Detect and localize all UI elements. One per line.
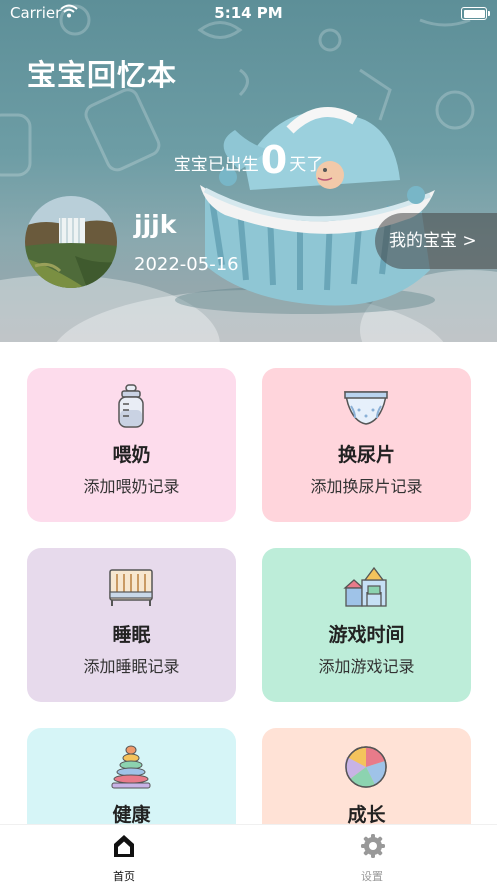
card-title: 睡眠 bbox=[112, 624, 151, 646]
tab-home-label: 首页 bbox=[113, 870, 135, 883]
days-prefix: 宝宝已出生 bbox=[173, 155, 259, 175]
card-feeding[interactable]: 喂奶 添加喂奶记录 bbox=[27, 368, 236, 522]
tab-home[interactable]: 首页 bbox=[64, 825, 184, 884]
card-title: 成长 bbox=[347, 804, 386, 826]
tab-bar: 首页 设置 bbox=[0, 824, 497, 884]
days-since-birth: 宝宝已出生0 天了 bbox=[0, 138, 497, 182]
baby-bottle-icon bbox=[118, 384, 144, 428]
waterfall-photo bbox=[25, 196, 117, 288]
card-sleep[interactable]: 睡眠 添加睡眠记录 bbox=[27, 548, 236, 702]
crib-icon bbox=[109, 569, 153, 606]
card-title: 游戏时间 bbox=[328, 624, 405, 646]
battery-icon bbox=[461, 7, 490, 20]
toy-blocks-icon bbox=[343, 566, 387, 607]
card-subtitle: 添加换尿片记录 bbox=[310, 477, 423, 496]
diaper-icon bbox=[344, 391, 388, 425]
days-count: 0 bbox=[260, 138, 288, 182]
card-subtitle: 添加睡眠记录 bbox=[83, 657, 180, 676]
clock: 5:14 PM bbox=[214, 4, 283, 22]
card-subtitle: 添加喂奶记录 bbox=[83, 477, 180, 496]
ring-stacker-icon bbox=[111, 745, 151, 789]
card-title: 喂奶 bbox=[112, 444, 151, 466]
header-banner: Carrier 5:14 PM 宝宝回忆本 宝宝已出生0 天了 jjjk 2022… bbox=[0, 0, 497, 342]
baby-name: jjjk bbox=[134, 210, 177, 239]
tab-settings-label: 设置 bbox=[361, 870, 383, 883]
app-title: 宝宝回忆本 bbox=[27, 58, 178, 92]
home-icon bbox=[114, 835, 134, 857]
card-title: 换尿片 bbox=[337, 444, 395, 466]
days-suffix: 天了 bbox=[289, 155, 324, 175]
card-playtime[interactable]: 游戏时间 添加游戏记录 bbox=[262, 548, 471, 702]
card-subtitle: 添加游戏记录 bbox=[318, 657, 415, 676]
card-title: 健康 bbox=[112, 804, 151, 826]
birth-date: 2022-05-16 bbox=[134, 254, 239, 275]
card-diaper[interactable]: 换尿片 添加换尿片记录 bbox=[262, 368, 471, 522]
tab-settings[interactable]: 设置 bbox=[312, 825, 432, 884]
gear-icon bbox=[361, 834, 385, 858]
status-bar: Carrier 5:14 PM bbox=[0, 0, 497, 26]
ball-icon bbox=[344, 746, 387, 788]
avatar[interactable] bbox=[25, 196, 117, 288]
my-baby-button[interactable]: 我的宝宝 > bbox=[375, 213, 497, 269]
